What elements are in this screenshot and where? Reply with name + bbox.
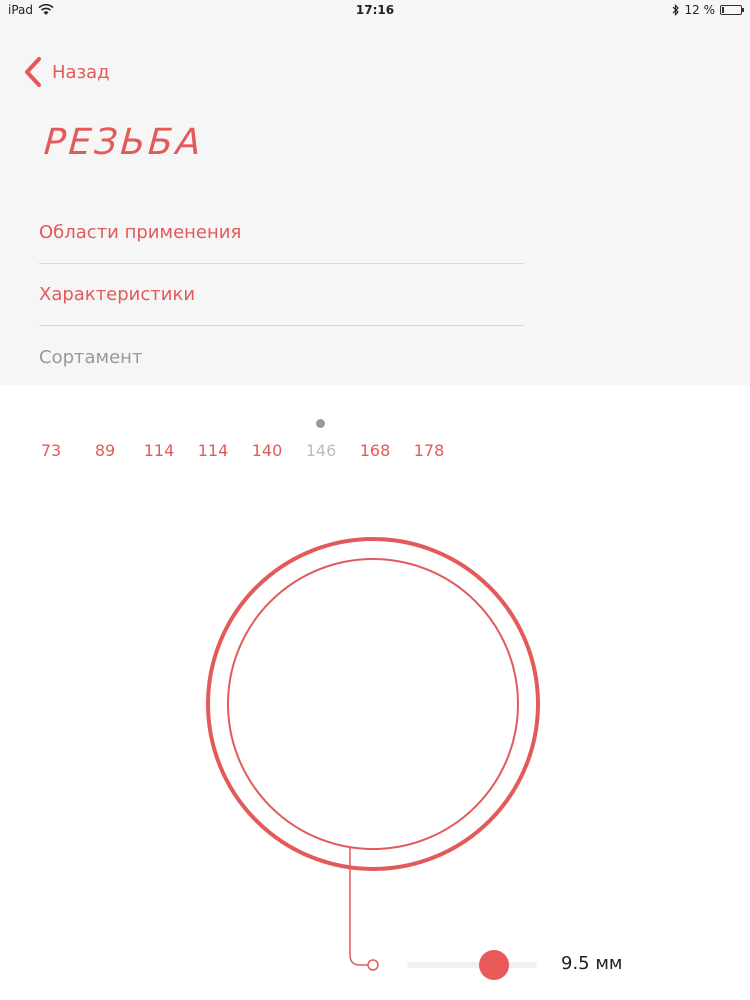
pipe-inner-wall [227,558,519,850]
size-option[interactable]: 140 [240,441,294,460]
back-label: Назад [52,61,110,83]
chevron-left-icon [25,57,41,87]
page-title: РЕЗЬБА [42,122,205,163]
wall-thickness-leader-line [349,847,368,966]
battery-fill [722,7,724,13]
slider-track[interactable] [407,962,537,968]
bluetooth-icon [672,4,679,16]
size-option[interactable]: 89 [78,441,132,460]
size-option[interactable]: 73 [24,441,78,460]
menu-item-characteristics[interactable]: Характеристики [39,264,524,326]
wall-thickness-value: 9.5 мм [561,953,623,974]
status-time: 17:16 [355,3,395,17]
status-bar: iPad 17:16 12 % [0,0,750,22]
wall-thickness-slider[interactable] [407,950,537,980]
selection-indicator-dot [316,419,325,428]
size-option[interactable]: 114 [186,441,240,460]
pipe-outer-wall [206,537,540,871]
size-option-selected[interactable]: 146 [294,441,348,460]
slider-thumb[interactable] [479,950,509,980]
status-right: 12 % [672,3,744,17]
back-button[interactable]: Назад [22,56,110,88]
pipe-cross-section [206,537,540,971]
battery-percent: 12 % [684,3,716,17]
menu-item-assortment[interactable]: Сортамент [39,326,524,388]
battery-icon [720,5,744,15]
menu-item-applications[interactable]: Области применения [39,202,524,264]
section-menu: Области применения Характеристики Сортам… [39,202,524,388]
size-option[interactable]: 114 [132,441,186,460]
size-option[interactable]: 178 [402,441,456,460]
size-option[interactable]: 168 [348,441,402,460]
leader-end-marker [367,959,379,971]
size-selector: 73 89 114 114 140 146 168 178 [24,441,456,460]
